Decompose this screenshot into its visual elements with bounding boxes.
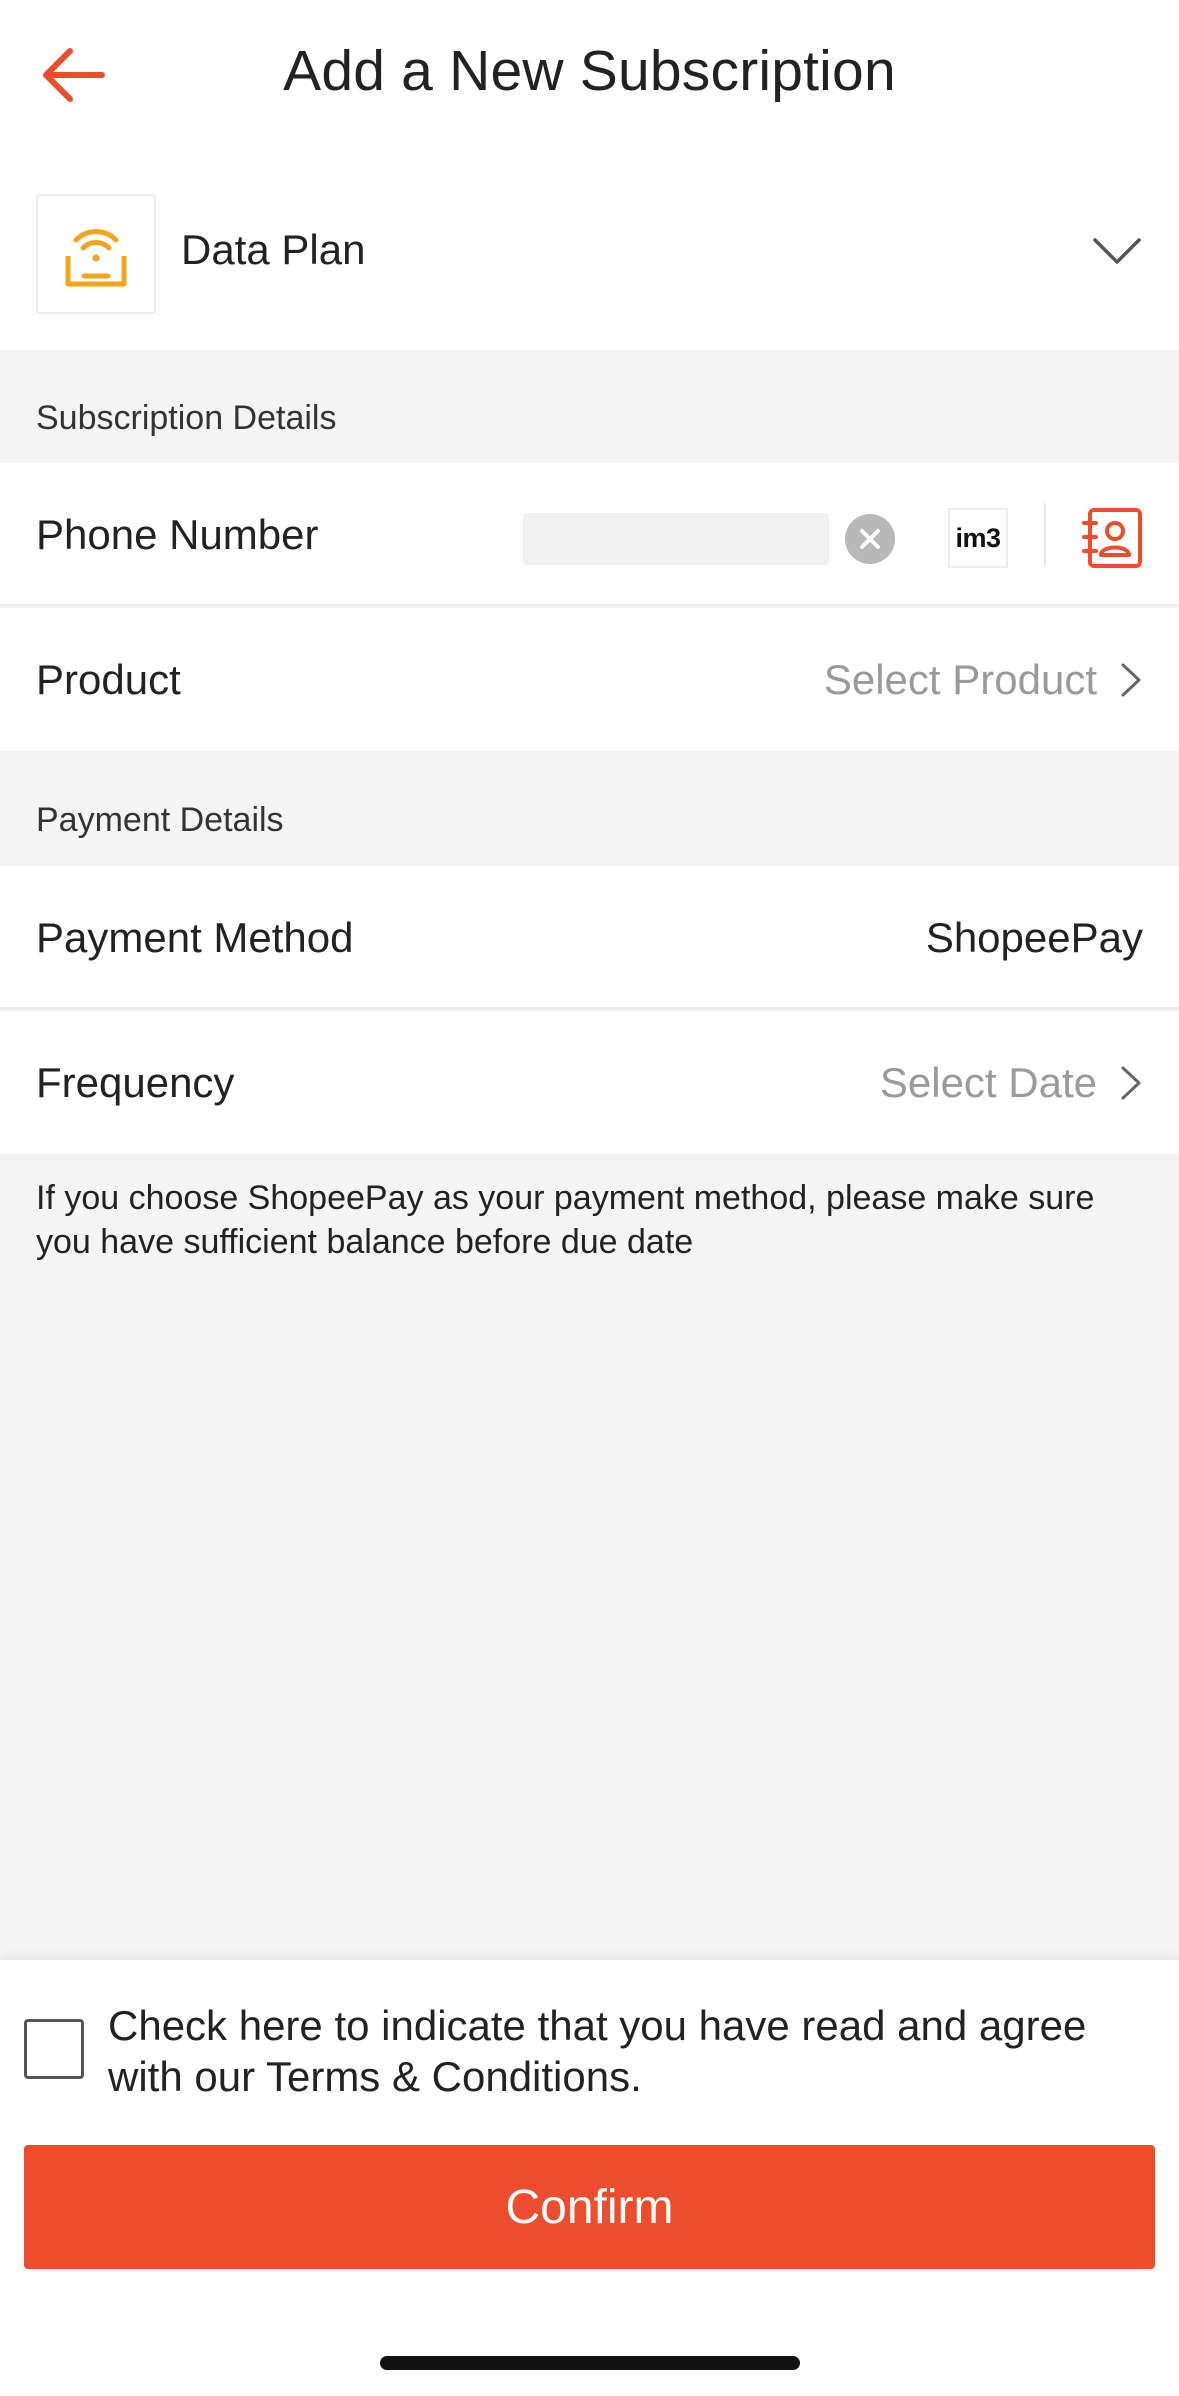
plan-selector[interactable]: Data Plan [0, 152, 1179, 350]
chevron-down-icon [1093, 238, 1141, 264]
confirm-button[interactable]: Confirm [24, 2145, 1155, 2269]
row-divider [0, 1007, 1179, 1009]
clear-input-button[interactable] [845, 514, 895, 564]
subscription-details-title: Subscription Details [36, 399, 337, 437]
payment-notice: If you choose ShopeePay as your payment … [36, 1179, 1095, 1261]
payment-method-value: ShopeePay [926, 914, 1143, 962]
phone-number-input[interactable] [523, 513, 829, 565]
product-row[interactable]: Product Select Product [0, 608, 1179, 751]
product-placeholder: Select Product [823, 655, 1097, 703]
close-icon [860, 529, 880, 549]
product-value: Select Product [824, 656, 1143, 704]
product-label: Product [36, 655, 181, 703]
footer-panel: Check here to indicate that you have rea… [0, 1958, 1179, 2396]
wifi-package-icon [65, 229, 127, 287]
frequency-value: Select Date [880, 1059, 1143, 1107]
plan-label: Data Plan [181, 226, 366, 273]
phone-number-row: Phone Number im3 [0, 463, 1179, 606]
operator-logo: im3 [948, 508, 1008, 568]
frequency-placeholder: Select Date [879, 1058, 1097, 1106]
home-indicator [380, 2356, 800, 2370]
contact-book-icon [1082, 508, 1142, 568]
terms-checkbox[interactable] [24, 2019, 84, 2079]
payment-details-title: Payment Details [36, 801, 284, 839]
frequency-row[interactable]: Frequency Select Date [0, 1011, 1179, 1154]
row-divider [0, 604, 1179, 606]
terms-text: Check here to indicate that you have rea… [108, 2002, 1087, 2100]
chevron-right-icon [1121, 1066, 1141, 1099]
divider [1044, 503, 1046, 565]
payment-method-text: ShopeePay [925, 913, 1143, 961]
add-subscription-screen: Add a New Subscription Data Plan Subscri… [0, 0, 1179, 2396]
page-title: Add a New Subscription [283, 39, 896, 103]
phone-number-label: Phone Number [36, 510, 319, 558]
header-bar: Add a New Subscription [0, 0, 1179, 152]
payment-method-label: Payment Method [36, 913, 354, 961]
frequency-label: Frequency [36, 1058, 235, 1106]
plan-icon-box [36, 194, 156, 314]
chevron-right-icon [1121, 663, 1141, 696]
payment-method-row: Payment Method ShopeePay [0, 866, 1179, 1009]
contacts-button[interactable] [1082, 507, 1144, 569]
